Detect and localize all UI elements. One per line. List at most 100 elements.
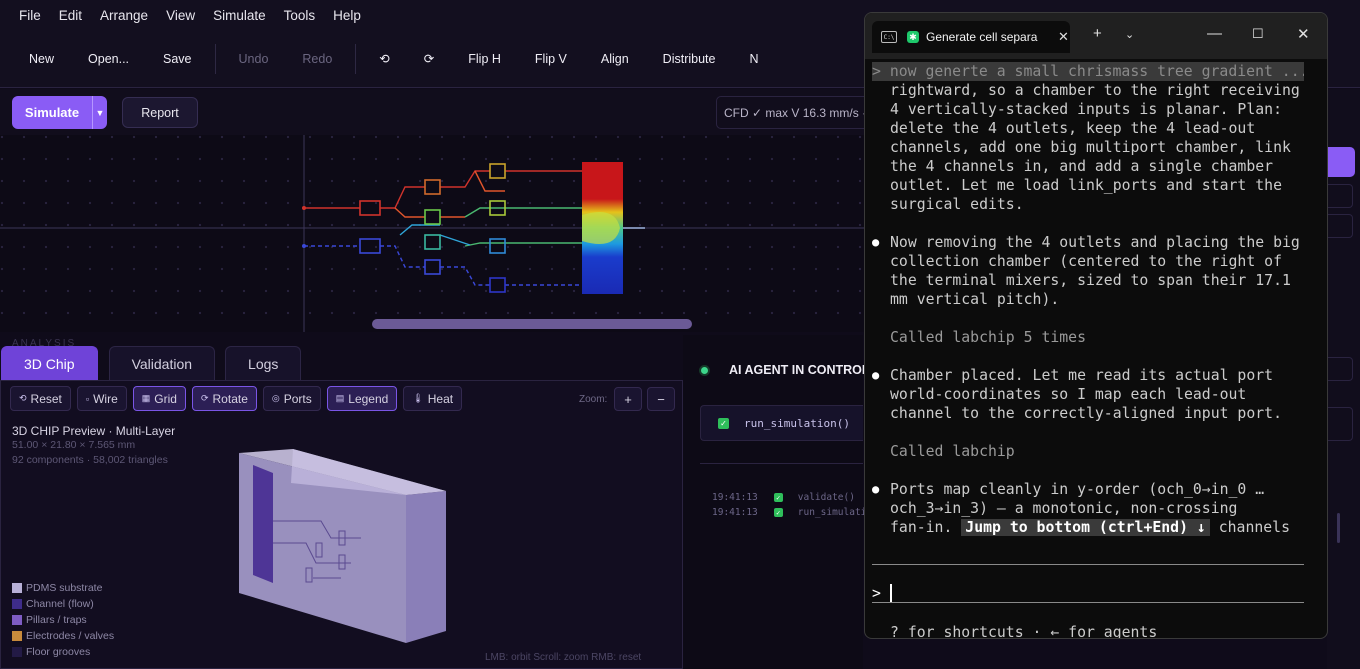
- output-line: delete the 4 outlets, keep the 4 lead-ou…: [890, 120, 1256, 137]
- chip-stats: 92 components · 58,002 triangles: [12, 454, 168, 466]
- flip-v-button[interactable]: Flip V: [518, 52, 584, 66]
- maximize-icon[interactable]: ☐: [1252, 26, 1264, 42]
- agent-heading: AI AGENT IN CONTROL: [701, 363, 870, 377]
- menu-simulate[interactable]: Simulate: [204, 8, 275, 23]
- reset-view-button[interactable]: ⟲ Reset: [10, 386, 71, 411]
- reset-label: Reset: [30, 391, 62, 406]
- bottom-tabs: 3D Chip Validation Logs: [0, 346, 311, 380]
- text-cursor[interactable]: [890, 584, 892, 603]
- log-text: validate(): [797, 492, 855, 503]
- divider: [872, 564, 1304, 565]
- design-canvas[interactable]: [0, 135, 864, 332]
- redo-button[interactable]: Redo: [285, 52, 349, 66]
- wire-icon: ▫: [85, 393, 90, 404]
- inspector-field[interactable]: [1327, 357, 1353, 381]
- heat-toggle[interactable]: 🌡 Heat: [403, 386, 463, 411]
- ports-toggle[interactable]: ◎ Ports: [262, 386, 321, 411]
- terminal-tab[interactable]: C:\ ✱ Generate cell separa ✕: [872, 21, 1070, 53]
- new-tab-icon[interactable]: +: [1093, 25, 1102, 42]
- legend-toggle[interactable]: ▤ Legend: [326, 386, 398, 411]
- menu-view[interactable]: View: [157, 8, 204, 23]
- legend-label: Legend: [348, 391, 389, 406]
- menu-arrange[interactable]: Arrange: [91, 8, 157, 23]
- inspector-field[interactable]: [1327, 184, 1353, 208]
- legend-label: Channel (flow): [26, 598, 94, 610]
- save-button[interactable]: Save: [146, 52, 209, 66]
- menu-edit[interactable]: Edit: [50, 8, 91, 23]
- zoom-out-button[interactable]: −: [647, 387, 675, 411]
- scrollbar[interactable]: [1337, 513, 1340, 543]
- chip-3d-panel: ⟲ Reset ▫ Wire ▦ Grid ⟳ Rotate ◎ Ports ▤ Legen…: [0, 380, 683, 669]
- terminal-titlebar: C:\ ✱ Generate cell separa ✕ + ⌄ — ☐ ✕: [865, 13, 1327, 59]
- divider: [872, 602, 1304, 603]
- inspector-button[interactable]: [1327, 147, 1355, 177]
- output-text: channels: [1218, 519, 1291, 536]
- jump-to-bottom-button[interactable]: Jump to bottom (ctrl+End) ↓: [961, 519, 1210, 536]
- menu-file[interactable]: File: [10, 8, 50, 23]
- tab-3d-chip[interactable]: 3D Chip: [1, 346, 98, 380]
- terminal-tab-title: Generate cell separa: [926, 30, 1038, 44]
- legend-label: Pillars / traps: [26, 614, 87, 626]
- output-line: och_3→in_3) — a monotonic, non-crossing: [890, 500, 1238, 517]
- output-line: channels, add one big multiport chamber,…: [890, 139, 1291, 156]
- legend-item: Channel (flow): [12, 596, 114, 612]
- minimize-icon[interactable]: —: [1207, 25, 1222, 42]
- log-time: 19:41:13: [712, 507, 758, 518]
- close-window-icon[interactable]: ✕: [1297, 25, 1310, 43]
- report-button[interactable]: Report: [122, 97, 198, 128]
- open-button[interactable]: Open...: [71, 52, 146, 66]
- output-line: world-coordinates so I map each lead-out: [890, 386, 1247, 403]
- grid-toggle[interactable]: ▦ Grid: [132, 386, 186, 411]
- divider: [700, 463, 863, 464]
- output-text: 4 vertically-stacked inputs is planar. P…: [890, 101, 1282, 118]
- rotate-ccw-button[interactable]: ⟲: [362, 51, 406, 66]
- distribute-button[interactable]: Distribute: [646, 52, 733, 66]
- simulate-button[interactable]: Simulate ▼: [12, 96, 107, 129]
- reset-icon: ⟲: [19, 393, 27, 403]
- tab-validation[interactable]: Validation: [108, 346, 216, 380]
- legend-swatch: [12, 583, 22, 593]
- agent-step[interactable]: ✓ run_simulation(): [700, 405, 863, 441]
- status-dot-icon: [701, 366, 708, 374]
- output-line: rightward, so a chamber to the right rec…: [890, 82, 1300, 99]
- terminal-icon: C:\: [881, 31, 897, 43]
- thermometer-icon: 🌡: [412, 393, 424, 403]
- undo-button[interactable]: Undo: [222, 52, 286, 66]
- flip-h-button[interactable]: Flip H: [451, 52, 518, 66]
- wire-toggle[interactable]: ▫ Wire: [76, 386, 127, 411]
- overflow-button[interactable]: N: [732, 52, 775, 66]
- rotate-icon: ⟳: [200, 393, 209, 403]
- bullet-icon: ●: [872, 482, 880, 496]
- canvas-scrollbar[interactable]: [372, 319, 692, 329]
- inspector-field[interactable]: [1327, 214, 1353, 238]
- legend-item: PDMS substrate: [12, 580, 114, 596]
- rotate-toggle[interactable]: ⟳ Rotate: [191, 386, 257, 411]
- inspector-field[interactable]: [1327, 407, 1353, 441]
- agent-step-label: run_simulation(): [744, 416, 850, 430]
- new-button[interactable]: New: [12, 52, 71, 66]
- chevron-down-icon[interactable]: ⌄: [1125, 28, 1134, 41]
- menu-help[interactable]: Help: [324, 8, 370, 23]
- chip-schematic: [0, 135, 864, 332]
- close-tab-icon[interactable]: ✕: [1058, 29, 1069, 45]
- log-entry: 19:41:13 ✓ run_simulation(): [712, 507, 889, 518]
- output-text: fan-in.: [890, 519, 953, 536]
- align-button[interactable]: Align: [584, 52, 646, 66]
- legend-label: Electrodes / valves: [26, 630, 115, 642]
- chip-controls: ⟲ Reset ▫ Wire ▦ Grid ⟳ Rotate ◎ Ports ▤ Legen…: [10, 386, 468, 411]
- zoom-in-button[interactable]: +: [614, 387, 642, 411]
- tab-logs[interactable]: Logs: [225, 346, 302, 380]
- tool-call-line: Called labchip: [890, 443, 1015, 460]
- checkmark-icon: ✓: [718, 417, 729, 429]
- chip-3d-render[interactable]: [231, 443, 451, 643]
- toolbar-divider: [214, 43, 216, 74]
- menu-tools[interactable]: Tools: [275, 8, 325, 23]
- terminal-output[interactable]: > now generte a small chrismass tree gra…: [865, 59, 1327, 639]
- output-line: Chamber placed. Let me read its actual p…: [890, 367, 1274, 384]
- log-time: 19:41:13: [712, 492, 758, 503]
- chevron-down-icon[interactable]: ▼: [92, 96, 107, 129]
- output-line: the terminal mixers, sized to span their…: [890, 272, 1291, 289]
- rotate-cw-button[interactable]: ⟳: [407, 51, 451, 66]
- agent-heading-text: AI AGENT IN CONTROL: [729, 363, 870, 377]
- shortcut-hint: ? for shortcuts · ← for agents: [890, 624, 1158, 639]
